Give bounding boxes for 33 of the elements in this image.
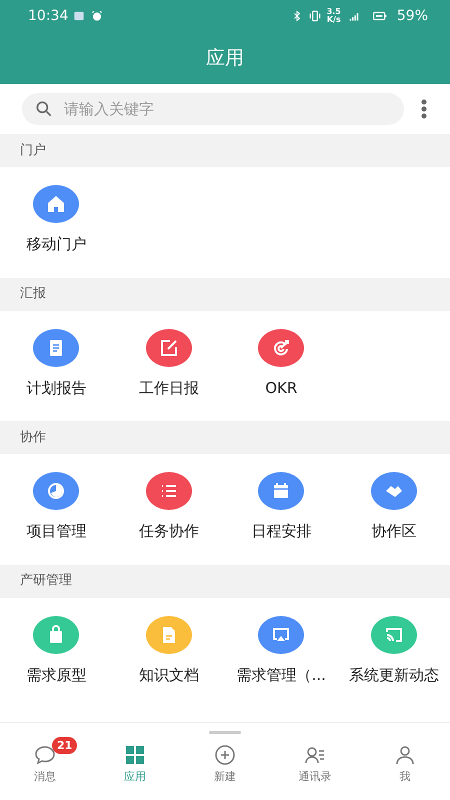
alarm-icon xyxy=(90,9,104,23)
app-tile[interactable]: 计划报告 xyxy=(0,328,112,399)
status-time: 10:34 xyxy=(28,6,68,26)
section-header: 门户 xyxy=(20,142,46,160)
unread-badge: 21 xyxy=(52,737,78,754)
app-tile[interactable]: 项目管理 xyxy=(0,472,112,542)
add-icon xyxy=(213,743,237,767)
nav-tab[interactable]: 我 xyxy=(360,723,450,800)
app-tile[interactable]: 日程安排 xyxy=(225,472,338,542)
app-tile[interactable]: OKR xyxy=(225,328,338,399)
app-tile[interactable]: 移动门户 xyxy=(0,185,112,256)
notification-icon xyxy=(72,9,86,23)
app-tile[interactable]: 知识文档 xyxy=(112,616,225,686)
network-speed: 3.5 K/s xyxy=(326,8,341,24)
section-header: 汇报 xyxy=(20,285,46,304)
nav-tab[interactable]: 通讯录 xyxy=(270,723,360,800)
app-tile[interactable]: 需求管理（... xyxy=(225,616,338,686)
drag-handle[interactable] xyxy=(209,731,241,734)
section-header: 协作 xyxy=(20,428,46,447)
nav-tab[interactable]: 新建 xyxy=(180,723,270,800)
nav-tab[interactable]: 消息 21 xyxy=(0,723,90,800)
app-tile[interactable]: 任务协作 xyxy=(112,472,225,542)
app-tile[interactable]: 系统更新动态 xyxy=(338,616,450,686)
app-tile[interactable]: 协作区 xyxy=(338,472,450,542)
search-field[interactable]: 请输入关键字 xyxy=(22,93,404,125)
page-title: 应用 xyxy=(206,46,244,71)
battery-level: 59% xyxy=(396,6,428,26)
more-icon xyxy=(420,97,428,121)
section-header: 产研管理 xyxy=(20,572,72,590)
more-menu-button[interactable] xyxy=(420,97,428,121)
app-tile[interactable]: 工作日报 xyxy=(112,328,225,399)
grid-icon xyxy=(123,743,147,767)
app-tile[interactable]: 需求原型 xyxy=(0,616,112,686)
